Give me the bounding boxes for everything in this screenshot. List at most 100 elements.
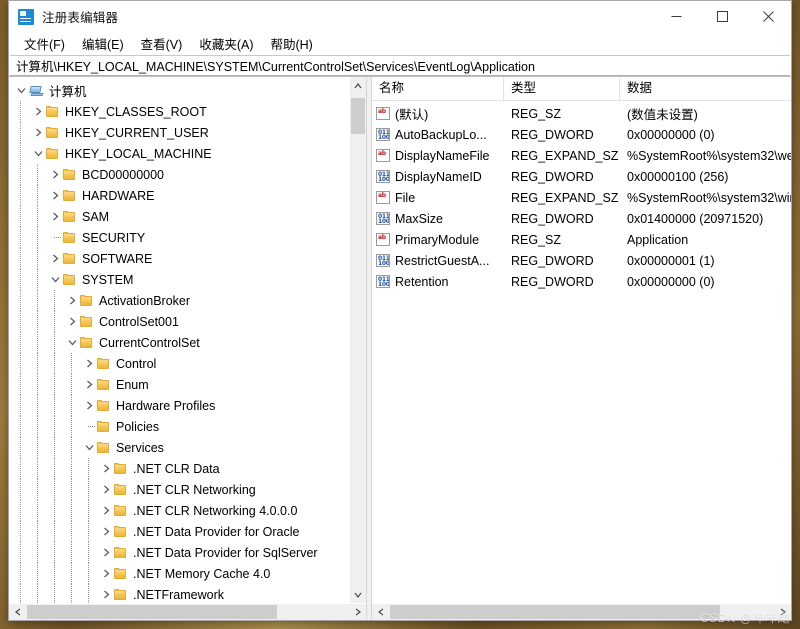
chevron-right-icon[interactable] — [85, 380, 93, 389]
scroll-up-icon[interactable] — [350, 77, 366, 94]
tree-node[interactable]: .NET CLR Networking 4.0.0.0 — [9, 500, 349, 521]
tree-scroll-track[interactable] — [350, 94, 366, 586]
tree-toggle[interactable] — [13, 80, 29, 101]
chevron-right-icon[interactable] — [51, 254, 59, 263]
tree-toggle[interactable] — [30, 143, 46, 164]
tree-scroll-thumb[interactable] — [351, 98, 365, 134]
column-header-name[interactable]: 名称 — [372, 77, 504, 100]
tree-node[interactable]: HKEY_CURRENT_USER — [9, 122, 349, 143]
value-row[interactable]: 011 100 DisplayNameID REG_DWORD 0x00000100 (… — [372, 166, 791, 187]
chevron-right-icon[interactable] — [34, 107, 42, 116]
chevron-right-icon[interactable] — [34, 128, 42, 137]
tree-toggle[interactable] — [47, 206, 63, 227]
tree-node[interactable]: HKEY_CLASSES_ROOT — [9, 101, 349, 122]
menu-item-help[interactable]: 帮助(H) — [262, 32, 321, 56]
tree-toggle[interactable] — [81, 395, 97, 416]
tree-toggle[interactable] — [98, 521, 114, 542]
tree-node[interactable]: SYSTEM — [9, 269, 349, 290]
tree-node[interactable]: .NET Data Provider for Oracle — [9, 521, 349, 542]
menu-item-view[interactable]: 查看(V) — [133, 32, 192, 56]
value-row[interactable]: 011 100 MaxSize REG_DWORD 0x01400000 (209715… — [372, 208, 791, 229]
tree-horizontal-scrollbar[interactable] — [9, 603, 366, 620]
tree-toggle[interactable] — [98, 542, 114, 563]
value-row[interactable]: ab (默认) REG_SZ (数值未设置) — [372, 103, 791, 124]
tree-hscroll-track[interactable] — [26, 604, 349, 620]
chevron-down-icon[interactable] — [51, 275, 60, 284]
tree-toggle[interactable] — [98, 563, 114, 584]
chevron-right-icon[interactable] — [85, 401, 93, 410]
scroll-left-icon[interactable] — [9, 604, 26, 620]
tree-node[interactable]: .NET CLR Networking — [9, 479, 349, 500]
chevron-right-icon[interactable] — [51, 191, 59, 200]
tree-node[interactable]: Enum — [9, 374, 349, 395]
column-header-data[interactable]: 数据 — [620, 77, 791, 100]
tree-toggle[interactable] — [98, 458, 114, 479]
tree-node[interactable]: BCD00000000 — [9, 164, 349, 185]
tree-toggle[interactable] — [81, 353, 97, 374]
chevron-right-icon[interactable] — [102, 590, 110, 599]
tree-node[interactable]: .NETFramework — [9, 584, 349, 603]
chevron-right-icon[interactable] — [102, 485, 110, 494]
value-row[interactable]: 011 100 AutoBackupLo... REG_DWORD 0x00000000… — [372, 124, 791, 145]
minimize-icon[interactable] — [653, 1, 699, 32]
value-row[interactable]: ab File REG_EXPAND_SZ %SystemRoot%\system32… — [372, 187, 791, 208]
tree-toggle[interactable] — [98, 584, 114, 603]
tree-node[interactable]: Policies — [9, 416, 349, 437]
tree-node[interactable]: Services — [9, 437, 349, 458]
value-row[interactable]: 011 100 RestrictGuestA... REG_DWORD 0x000000… — [372, 250, 791, 271]
chevron-right-icon[interactable] — [102, 464, 110, 473]
tree-node[interactable]: Control — [9, 353, 349, 374]
chevron-right-icon[interactable] — [51, 170, 59, 179]
tree-toggle[interactable] — [64, 332, 80, 353]
tree-toggle[interactable] — [98, 479, 114, 500]
tree-toggle[interactable] — [81, 416, 97, 437]
registry-tree[interactable]: 计算机 HKEY_CLASSES_ROOT HKEY_CURRENT_USER HKE… — [9, 77, 349, 603]
address-bar[interactable]: 计算机\HKEY_LOCAL_MACHINE\SYSTEM\CurrentCon… — [10, 55, 790, 76]
value-row[interactable]: ab PrimaryModule REG_SZ Application — [372, 229, 791, 250]
tree-vertical-scrollbar[interactable] — [349, 77, 366, 603]
values-hscroll-thumb[interactable] — [390, 605, 720, 619]
tree-node[interactable]: .NET CLR Data — [9, 458, 349, 479]
chevron-down-icon[interactable] — [85, 443, 94, 452]
tree-node[interactable]: CurrentControlSet — [9, 332, 349, 353]
tree-node[interactable]: ControlSet001 — [9, 311, 349, 332]
menu-item-edit[interactable]: 编辑(E) — [74, 32, 133, 56]
tree-node[interactable]: SAM — [9, 206, 349, 227]
chevron-right-icon[interactable] — [68, 317, 76, 326]
tree-toggle[interactable] — [47, 164, 63, 185]
tree-hscroll-thumb[interactable] — [27, 605, 277, 619]
chevron-right-icon[interactable] — [102, 506, 110, 515]
values-scroll-left-icon[interactable] — [372, 604, 389, 620]
chevron-right-icon[interactable] — [51, 212, 59, 221]
tree-node[interactable]: Hardware Profiles — [9, 395, 349, 416]
chevron-down-icon[interactable] — [68, 338, 77, 347]
tree-node[interactable]: SOFTWARE — [9, 248, 349, 269]
chevron-right-icon[interactable] — [85, 359, 93, 368]
values-list[interactable]: ab (默认) REG_SZ (数值未设置) 011 100 AutoBackupLo...… — [372, 101, 791, 603]
tree-toggle[interactable] — [64, 311, 80, 332]
tree-node[interactable]: ActivationBroker — [9, 290, 349, 311]
tree-node[interactable]: HKEY_LOCAL_MACHINE — [9, 143, 349, 164]
tree-toggle[interactable] — [64, 290, 80, 311]
tree-toggle[interactable] — [47, 248, 63, 269]
chevron-right-icon[interactable] — [102, 527, 110, 536]
tree-toggle[interactable] — [81, 374, 97, 395]
tree-toggle[interactable] — [30, 122, 46, 143]
scroll-right-icon[interactable] — [349, 604, 366, 620]
close-icon[interactable] — [745, 1, 791, 32]
tree-toggle[interactable] — [47, 227, 63, 248]
tree-node[interactable]: 计算机 — [9, 80, 349, 101]
tree-toggle[interactable] — [81, 437, 97, 458]
tree-toggle[interactable] — [47, 269, 63, 290]
tree-toggle[interactable] — [47, 185, 63, 206]
chevron-right-icon[interactable] — [102, 548, 110, 557]
tree-node[interactable]: .NET Memory Cache 4.0 — [9, 563, 349, 584]
tree-toggle[interactable] — [30, 101, 46, 122]
chevron-right-icon[interactable] — [102, 569, 110, 578]
chevron-down-icon[interactable] — [17, 86, 26, 95]
menu-item-favorites[interactable]: 收藏夹(A) — [191, 32, 262, 56]
tree-node[interactable]: HARDWARE — [9, 185, 349, 206]
column-header-type[interactable]: 类型 — [504, 77, 620, 100]
chevron-right-icon[interactable] — [68, 296, 76, 305]
tree-node[interactable]: .NET Data Provider for SqlServer — [9, 542, 349, 563]
